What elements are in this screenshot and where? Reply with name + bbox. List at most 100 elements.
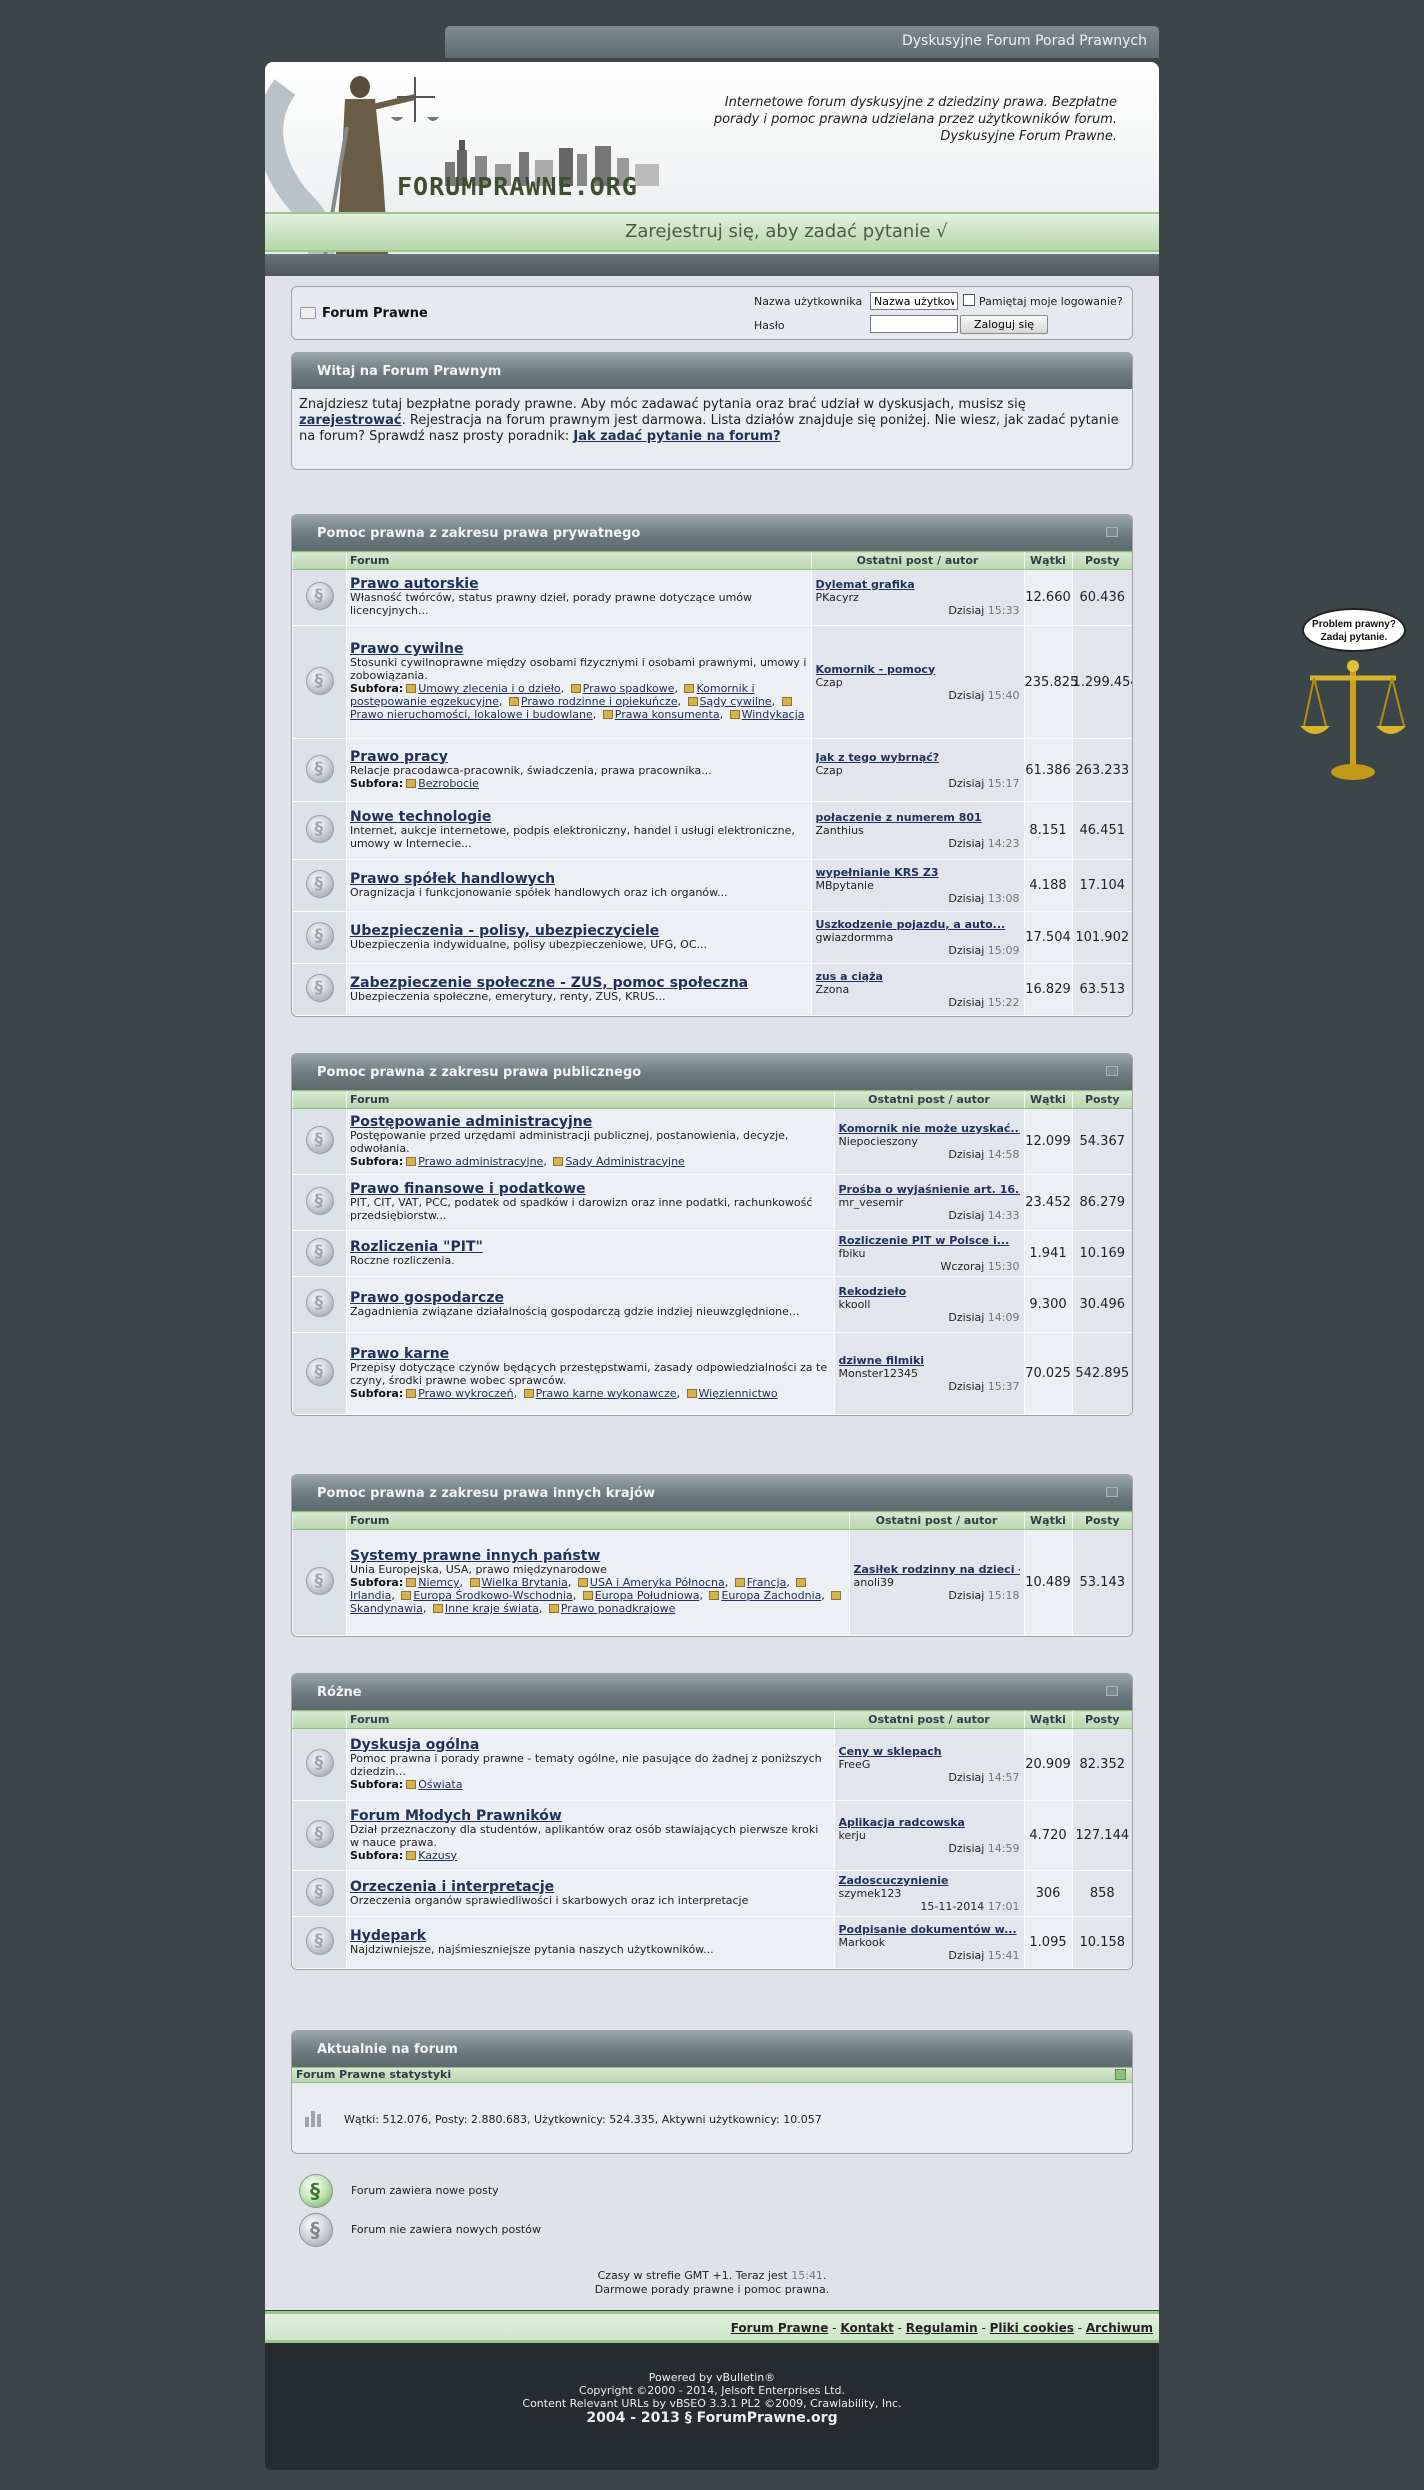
last-post-title-link[interactable]: Rekodzieło <box>839 1285 1020 1298</box>
subforum-link[interactable]: Oświata <box>418 1778 462 1791</box>
forum-name-link[interactable]: Ubezpieczenia - polisy, ubezpieczyciele <box>350 923 659 939</box>
collapse-icon[interactable] <box>1106 1686 1118 1696</box>
last-post-author[interactable]: Czap <box>816 764 1020 777</box>
last-post-title-link[interactable]: Jak z tego wybrnąć? <box>816 751 1020 764</box>
last-post-title-link[interactable]: Aplikacja radcowska <box>839 1816 1020 1829</box>
login-button[interactable]: Zaloguj się <box>960 315 1048 334</box>
last-post-title-link[interactable]: wypełnianie KRS Z3 <box>816 866 1020 879</box>
subforum-link[interactable]: Inne kraje świata <box>445 1602 539 1615</box>
last-post-author[interactable]: anoli39 <box>854 1576 1020 1589</box>
collapse-icon[interactable] <box>1106 1066 1118 1076</box>
last-post-author[interactable]: Czap <box>816 676 1020 689</box>
footer-link[interactable]: Pliki cookies <box>990 2321 1074 2335</box>
forum-name-link[interactable]: Orzeczenia i interpretacje <box>350 1879 554 1895</box>
subforum-link[interactable]: Sądy cywilne <box>700 695 772 708</box>
side-ad-ask-question[interactable]: Problem prawny? Zadaj pytanie. <box>1298 608 1408 783</box>
last-post-title-link[interactable]: Rozliczenie PIT w Polsce i... <box>839 1234 1020 1247</box>
subforum-link[interactable]: Europa Południowa <box>595 1589 700 1602</box>
subforum-link[interactable]: Europa Środkowo-Wschodnia <box>413 1589 572 1602</box>
speech-bubble[interactable]: Problem prawny? Zadaj pytanie. <box>1302 608 1406 652</box>
subforum-link[interactable]: Umowy zlecenia i o dzieło <box>418 682 560 695</box>
last-post-title-link[interactable]: Dylemat grafika <box>816 578 1020 591</box>
subforum-link[interactable]: Prawa konsumenta <box>615 708 720 721</box>
subforum-link[interactable]: Prawo rodzinne i opiekuńcze <box>521 695 678 708</box>
last-post-title-link[interactable]: Zasiłek rodzinny na dzieci -... <box>854 1563 1020 1576</box>
last-post-title-link[interactable]: Komornik - pomocy <box>816 663 1020 676</box>
subforum-link[interactable]: USA i Ameryka Północna <box>590 1576 725 1589</box>
forum-name-link[interactable]: Dyskusja ogólna <box>350 1737 479 1753</box>
footer-link[interactable]: Archiwum <box>1086 2321 1153 2335</box>
subforum-link[interactable]: Niemcy <box>418 1576 459 1589</box>
subforum-link[interactable]: Irlandia <box>350 1589 391 1602</box>
register-link[interactable]: zarejestrować <box>299 413 402 428</box>
last-post-author[interactable]: FreeG <box>839 1758 1020 1771</box>
last-post-title-link[interactable]: zus a ciąża <box>816 970 1020 983</box>
forum-name-link[interactable]: Prawo pracy <box>350 749 448 765</box>
last-post-author[interactable]: Niepocieszony <box>839 1135 1020 1148</box>
last-post-author[interactable]: fbiku <box>839 1247 1020 1260</box>
subforum-link[interactable]: Więziennictwo <box>699 1387 778 1400</box>
footer-link[interactable]: Forum Prawne <box>731 2321 829 2335</box>
forum-name-link[interactable]: Prawo finansowe i podatkowe <box>350 1181 586 1197</box>
category-title[interactable]: Pomoc prawna z zakresu prawa innych kraj… <box>292 1475 1132 1511</box>
last-post-author[interactable]: Markook <box>839 1936 1020 1949</box>
last-post-title-link[interactable]: Uszkodzenie pojazdu, a auto... <box>816 918 1020 931</box>
category-title[interactable]: Pomoc prawna z zakresu prawa prywatnego <box>292 515 1132 551</box>
forum-name-link[interactable]: Prawo cywilne <box>350 641 463 657</box>
collapse-icon[interactable] <box>1106 1487 1118 1497</box>
last-post-title-link[interactable]: połaczenie z numerem 801 <box>816 811 1020 824</box>
forum-name-link[interactable]: Prawo gospodarcze <box>350 1290 504 1306</box>
subforum-link[interactable]: Prawo administracyjne <box>418 1155 543 1168</box>
password-input[interactable] <box>870 315 958 333</box>
last-post-author[interactable]: mr_vesemir <box>839 1196 1020 1209</box>
forum-name-link[interactable]: Forum Młodych Prawników <box>350 1808 562 1824</box>
last-post-author[interactable]: Monster12345 <box>839 1367 1020 1380</box>
subforum-link[interactable]: Sądy Administracyjne <box>565 1155 685 1168</box>
register-cta-link[interactable]: Zarejestruj się, aby zadać pytanie √ <box>625 221 948 242</box>
last-post-title-link[interactable]: dziwne filmiki <box>839 1354 1020 1367</box>
subforum-link[interactable]: Windykacja <box>742 708 805 721</box>
last-post-author[interactable]: kerju <box>839 1829 1020 1842</box>
subforum-link[interactable]: Prawo wykroczeń <box>418 1387 513 1400</box>
subforum-link[interactable]: Francja <box>747 1576 787 1589</box>
last-post-title-link[interactable]: Podpisanie dokumentów w... <box>839 1923 1020 1936</box>
subforum-link[interactable]: Prawo karne wykonawcze <box>536 1387 677 1400</box>
last-post-author[interactable]: kkooll <box>839 1298 1020 1311</box>
forum-name-link[interactable]: Prawo spółek handlowych <box>350 871 555 887</box>
last-post-author[interactable]: MBpytanie <box>816 879 1020 892</box>
subforum-link[interactable]: Skandynawia <box>350 1602 423 1615</box>
last-post-title-link[interactable]: Ceny w sklepach <box>839 1745 1020 1758</box>
collapse-icon[interactable] <box>1115 2069 1126 2080</box>
footer-link[interactable]: Kontakt <box>840 2321 893 2335</box>
subforum-link[interactable]: Wielka Brytania <box>482 1576 568 1589</box>
last-post-author[interactable]: Zzona <box>816 983 1020 996</box>
subforum-link[interactable]: Bezrobocie <box>418 777 479 790</box>
footer-link[interactable]: Regulamin <box>906 2321 978 2335</box>
subforum-link[interactable]: Prawo spadkowe <box>583 682 675 695</box>
category-title[interactable]: Różne <box>292 1674 1132 1710</box>
last-post-author[interactable]: PKacyrz <box>816 591 1020 604</box>
forum-name-link[interactable]: Nowe technologie <box>350 809 491 825</box>
username-input[interactable] <box>870 292 958 310</box>
subforum-link[interactable]: Prawo nieruchomości, lokalowe i budowlan… <box>350 708 593 721</box>
forum-name-link[interactable]: Postępowanie administracyjne <box>350 1114 592 1130</box>
site-logo-text[interactable]: FORUMPRAWNE.ORG <box>397 172 638 201</box>
forum-name-link[interactable]: Prawo karne <box>350 1346 449 1362</box>
remember-checkbox[interactable] <box>963 294 975 306</box>
forum-name-link[interactable]: Prawo autorskie <box>350 576 479 592</box>
last-post-author[interactable]: szymek123 <box>839 1887 1020 1900</box>
subforum-link[interactable]: Europa Zachodnia <box>721 1589 821 1602</box>
forum-name-link[interactable]: Zabezpieczenie społeczne - ZUS, pomoc sp… <box>350 975 748 991</box>
breadcrumb[interactable]: Forum Prawne <box>322 306 428 321</box>
last-post-author[interactable]: gwiazdormma <box>816 931 1020 944</box>
collapse-icon[interactable] <box>1106 527 1118 537</box>
category-title[interactable]: Pomoc prawna z zakresu prawa publicznego <box>292 1054 1132 1090</box>
forum-name-link[interactable]: Rozliczenia "PIT" <box>350 1239 483 1255</box>
subforum-link[interactable]: Prawo ponadkrajowe <box>561 1602 676 1615</box>
forum-name-link[interactable]: Hydepark <box>350 1928 426 1944</box>
forum-name-link[interactable]: Systemy prawne innych państw <box>350 1548 600 1564</box>
last-post-title-link[interactable]: Prośba o wyjaśnienie art. 16... <box>839 1183 1020 1196</box>
last-post-author[interactable]: Zanthius <box>816 824 1020 837</box>
howto-link[interactable]: Jak zadać pytanie na forum? <box>573 429 780 444</box>
subforum-link[interactable]: Kazusy <box>418 1849 457 1862</box>
